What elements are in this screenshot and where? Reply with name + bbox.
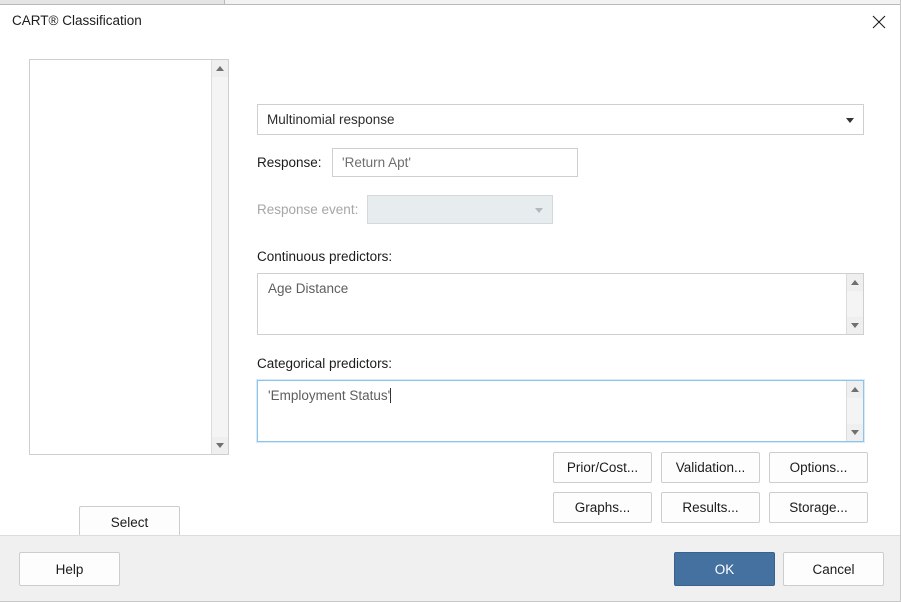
variables-scroll-track[interactable]: [212, 77, 228, 437]
response-input[interactable]: [332, 148, 578, 177]
results-button[interactable]: Results...: [661, 492, 760, 523]
close-button[interactable]: [857, 5, 900, 38]
variables-listbox[interactable]: [29, 59, 229, 455]
scroll-down-arrow-icon: [851, 430, 859, 435]
scroll-down-arrow-icon: [216, 443, 224, 448]
categorical-predictors-content: 'Employment Status': [258, 381, 846, 441]
help-button[interactable]: Help: [19, 552, 120, 586]
continuous-scroll-track[interactable]: [847, 291, 863, 317]
continuous-scroll-down-button[interactable]: [847, 317, 863, 334]
chevron-down-icon: [535, 208, 543, 213]
categorical-predictors-field[interactable]: 'Employment Status': [257, 380, 864, 442]
options-button[interactable]: Options...: [769, 452, 868, 483]
chevron-down-icon: [846, 118, 854, 123]
storage-button[interactable]: Storage...: [769, 492, 868, 523]
continuous-predictors-value: Age Distance: [268, 281, 349, 296]
dialog-body: Select Multinomial response Response: Re…: [0, 38, 900, 539]
response-event-label: Response event:: [257, 202, 359, 217]
close-icon: [872, 15, 886, 28]
categorical-predictors-value: 'Employment Status': [268, 388, 391, 403]
categorical-scroll-down-button[interactable]: [847, 424, 863, 441]
dialog-footer: Help OK Cancel: [0, 535, 900, 601]
variables-scroll-up-button[interactable]: [212, 60, 228, 77]
graphs-button[interactable]: Graphs...: [553, 492, 652, 523]
dialog-title: CART® Classification: [12, 13, 142, 28]
response-type-dropdown[interactable]: Multinomial response: [257, 104, 864, 135]
variables-list-scrollbar[interactable]: [211, 60, 228, 454]
host-chrome-strip-left: [0, 0, 224, 4]
categorical-predictors-label: Categorical predictors:: [257, 356, 393, 371]
scroll-down-arrow-icon: [851, 323, 859, 328]
scroll-up-arrow-icon: [851, 280, 859, 285]
validation-button[interactable]: Validation...: [661, 452, 760, 483]
response-label: Response:: [257, 155, 322, 170]
title-bar: CART® Classification: [0, 5, 900, 38]
categorical-predictors-scrollbar[interactable]: [846, 381, 863, 441]
categorical-scroll-up-button[interactable]: [847, 381, 863, 398]
categorical-scroll-track[interactable]: [847, 398, 863, 424]
response-type-value: Multinomial response: [267, 112, 395, 127]
variables-list-content: [30, 60, 211, 454]
text-caret: [390, 388, 392, 403]
variables-scroll-down-button[interactable]: [212, 437, 228, 454]
continuous-scroll-up-button[interactable]: [847, 274, 863, 291]
prior-cost-button[interactable]: Prior/Cost...: [553, 452, 652, 483]
continuous-predictors-scrollbar[interactable]: [846, 274, 863, 334]
continuous-predictors-field[interactable]: Age Distance: [257, 273, 864, 335]
continuous-predictors-label: Continuous predictors:: [257, 249, 393, 264]
response-event-dropdown: [367, 195, 553, 224]
scroll-up-arrow-icon: [216, 66, 224, 71]
cancel-button[interactable]: Cancel: [783, 552, 884, 586]
scroll-up-arrow-icon: [851, 387, 859, 392]
cart-classification-dialog: CART® Classification Select Multinomial …: [0, 0, 901, 602]
ok-button[interactable]: OK: [674, 552, 775, 586]
